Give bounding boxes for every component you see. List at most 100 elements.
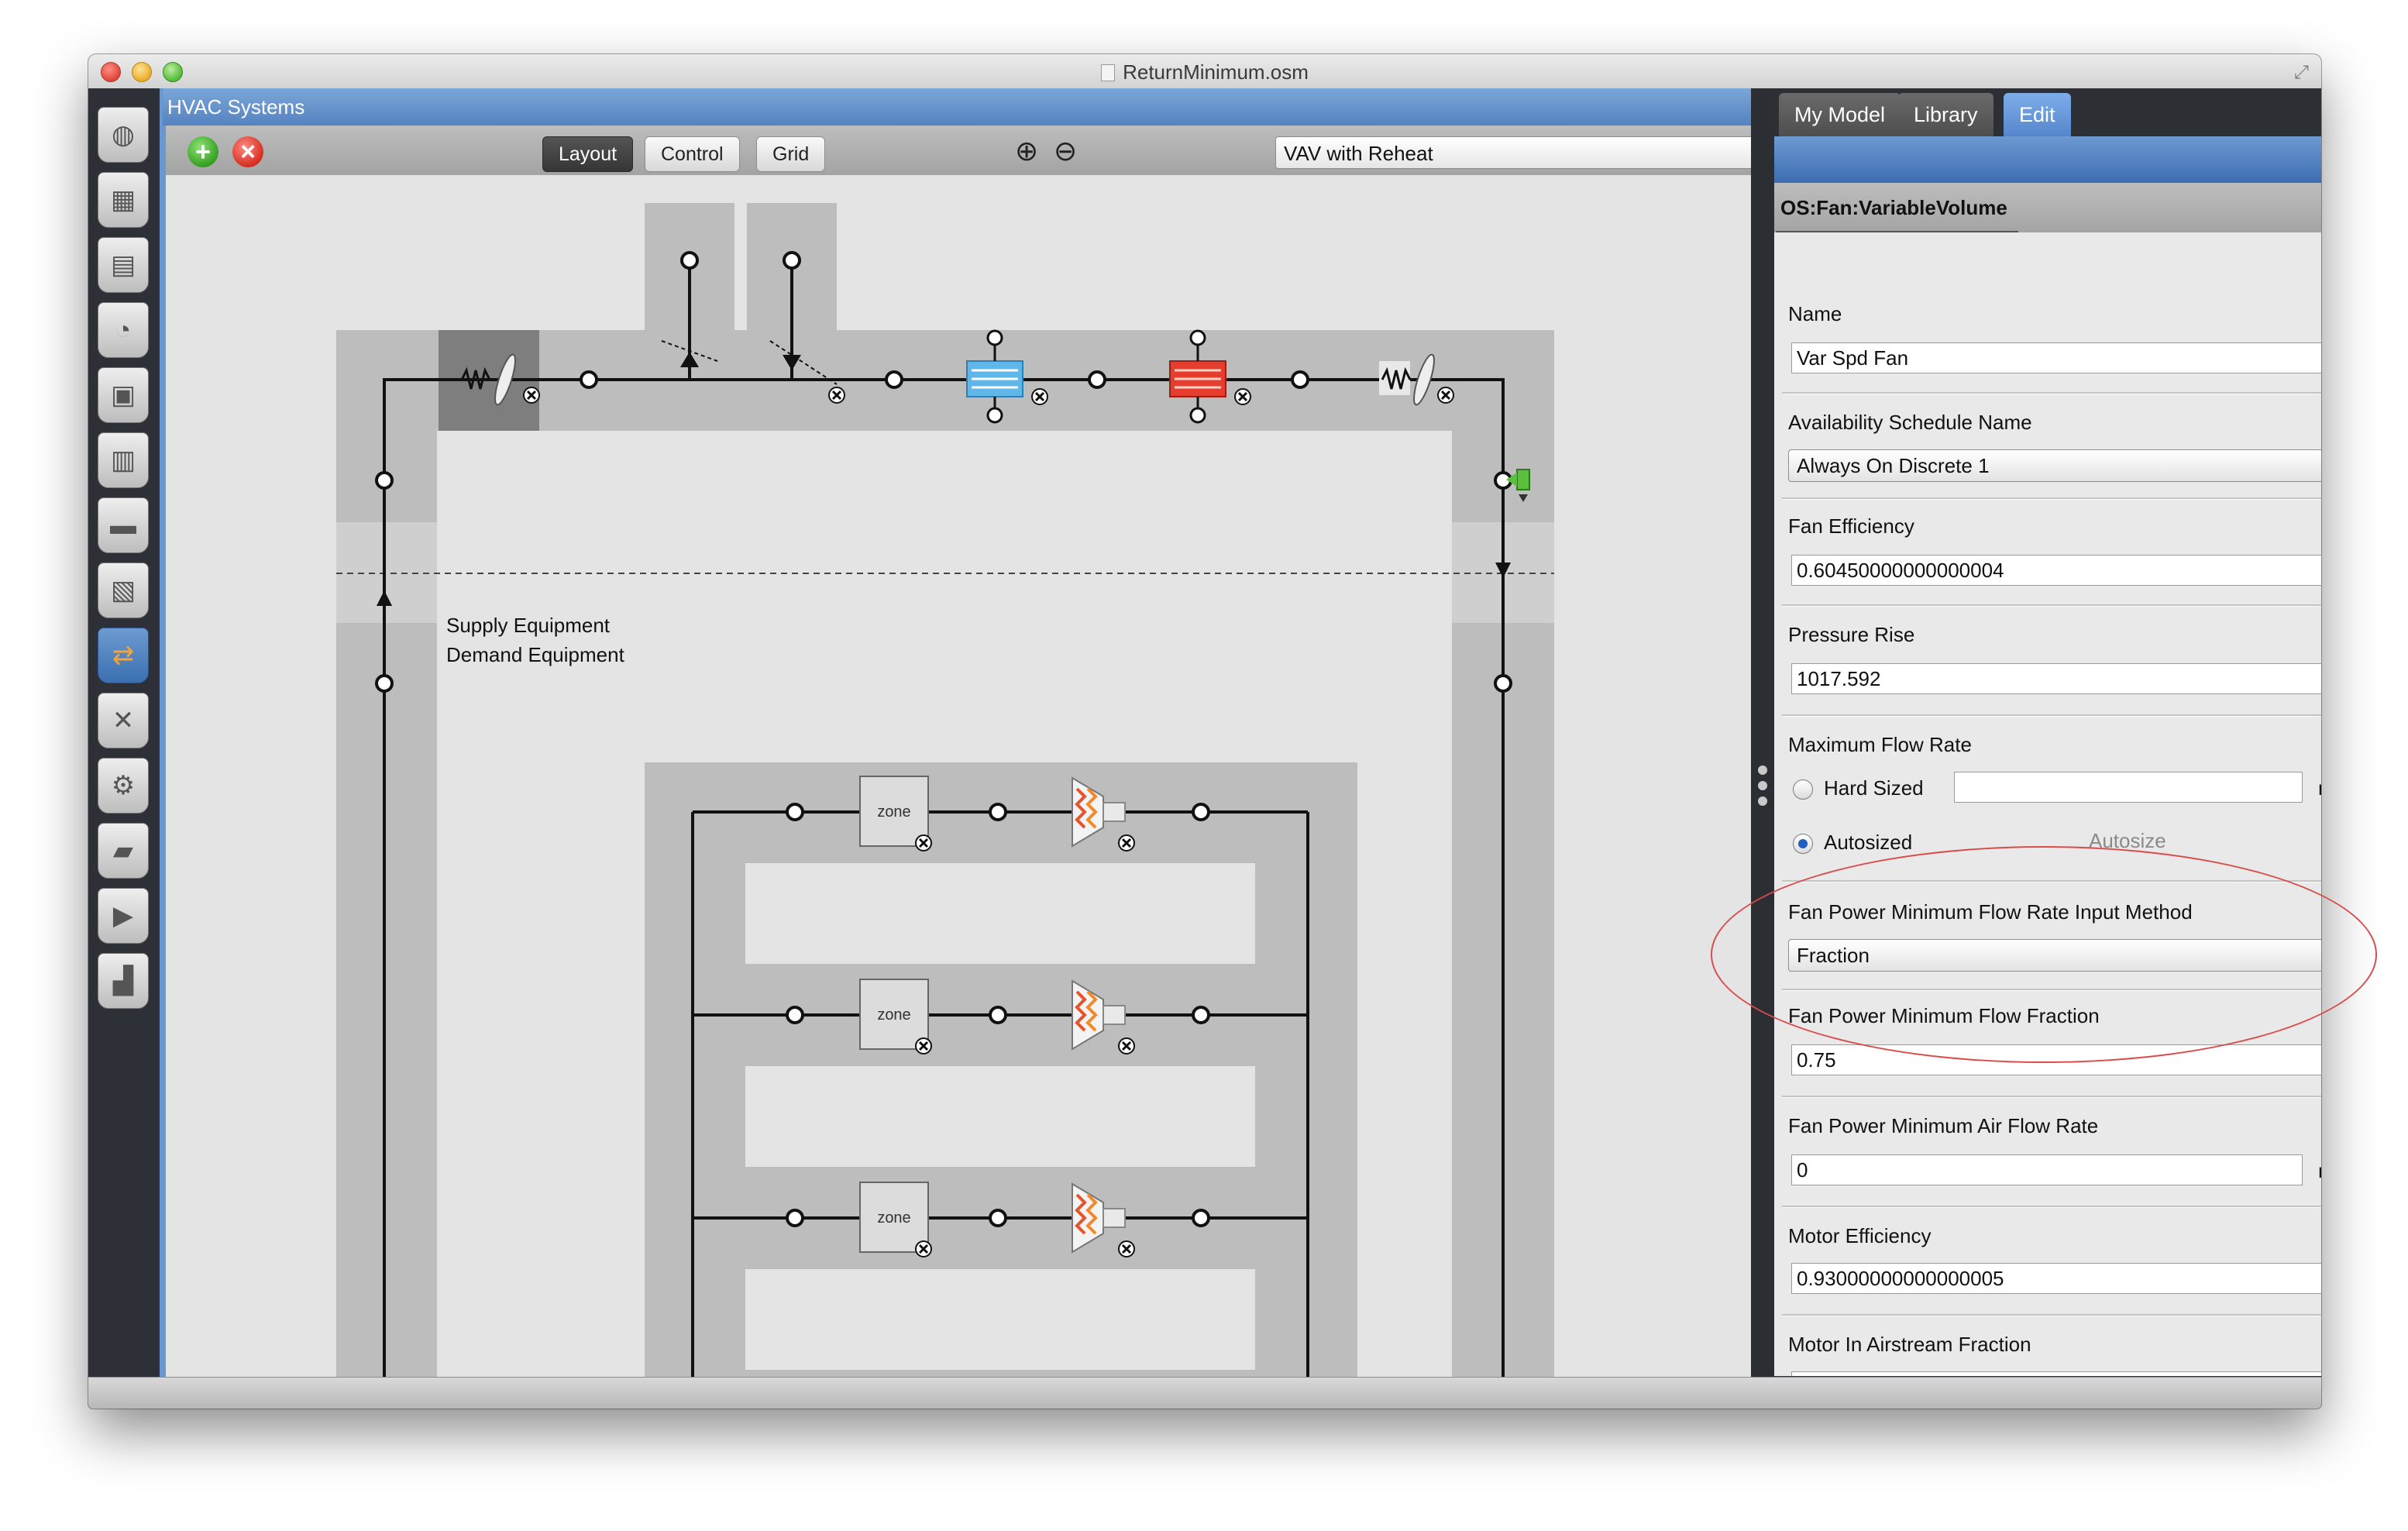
variables-icon[interactable]: ✕ <box>98 693 149 748</box>
remove-component-icon[interactable] <box>1118 834 1135 852</box>
tab-control[interactable]: Control <box>645 136 740 172</box>
remove-component-icon[interactable] <box>1234 388 1251 405</box>
hard-sized-field[interactable] <box>1954 772 2303 803</box>
divider <box>1782 880 2321 882</box>
autosized-label: Autosized <box>1824 831 1913 854</box>
pressure-rise-label: Pressure Rise <box>1788 623 1915 646</box>
thermal-zone-icon[interactable]: zone <box>859 979 929 1050</box>
zone-label: zone <box>877 803 910 821</box>
remove-component-icon[interactable] <box>1031 388 1048 405</box>
facility-icon[interactable]: ▬ <box>98 497 149 553</box>
splitter-grip <box>1758 766 1767 775</box>
min-air-flow-label: Fan Power Minimum Air Flow Rate <box>1788 1114 2099 1137</box>
remove-component-icon[interactable] <box>915 1037 932 1054</box>
supply-equipment-label: Supply Equipment <box>446 614 611 637</box>
constructions-icon[interactable]: ▤ <box>98 237 149 293</box>
space-types-icon[interactable]: ▣ <box>98 367 149 423</box>
pressure-rise-field[interactable]: 1017.592 <box>1791 663 2321 694</box>
divider <box>1782 1206 2321 1208</box>
fan-efficiency-label: Fan Efficiency <box>1788 514 1914 538</box>
air-loop-diagram: zone zone zone <box>336 203 1554 1409</box>
name-label: Name <box>1788 302 1842 325</box>
thermal-zone-icon[interactable]: zone <box>859 1182 929 1253</box>
splitter-grip <box>1758 796 1767 806</box>
right-panel-tabs: My Model Library Edit <box>1774 88 2321 136</box>
min-flow-fraction-field[interactable]: 0.75 <box>1791 1044 2321 1075</box>
hard-sized-radio[interactable] <box>1793 779 1813 800</box>
divider <box>1782 1314 2321 1316</box>
tab-edit[interactable]: Edit <box>2004 93 2071 136</box>
divider <box>1782 989 2321 991</box>
hard-sized-label: Hard Sized <box>1824 776 1924 800</box>
splitter-grip <box>1758 781 1767 790</box>
remove-component-icon[interactable] <box>1437 387 1454 404</box>
app-window: ReturnMinimum.osm ⤢ ◍ ▦ ▤ ◔ ▣ ▥ ▬ ▧ ⇄ ✕ ⚙ ▰ ▶ ▟ HVAC … <box>88 54 2321 1409</box>
remove-component-icon[interactable] <box>828 387 845 404</box>
scripts-icon[interactable]: ▰ <box>98 823 149 879</box>
availability-label: Availability Schedule Name <box>1788 411 2032 434</box>
thermal-zone-icon[interactable]: zone <box>859 776 929 847</box>
remove-component-icon[interactable] <box>1118 1037 1135 1054</box>
name-field[interactable]: Var Spd Fan <box>1791 342 2321 373</box>
divider <box>1782 392 2321 394</box>
selection-strip <box>160 88 166 1378</box>
zoom-in-icon[interactable]: ⊕ <box>1015 135 1038 167</box>
remove-component-icon[interactable] <box>915 1240 932 1257</box>
min-air-flow-field[interactable]: 0 <box>1791 1154 2303 1185</box>
tab-my-model[interactable]: My Model <box>1779 93 1901 136</box>
simulation-settings-icon[interactable]: ⚙ <box>98 758 149 814</box>
hvac-canvas[interactable]: zone zone zone Supply Equipment Demand Equ… <box>166 175 1751 1409</box>
object-type-label: OS:Fan:VariableVolume <box>1776 183 2018 233</box>
divider <box>1782 1096 2321 1098</box>
results-icon[interactable]: ▟ <box>98 953 149 1009</box>
loads-icon[interactable]: ◔ <box>98 302 149 358</box>
motor-efficiency-label: Motor Efficiency <box>1788 1224 1932 1247</box>
min-air-flow-unit: m <box>2318 1159 2321 1183</box>
document-icon <box>1101 64 1116 81</box>
hvac-systems-header: HVAC Systems <box>163 88 1756 126</box>
divider <box>1782 714 2321 717</box>
autosize-value: Autosize <box>2089 829 2166 852</box>
tab-grid[interactable]: Grid <box>756 136 826 172</box>
autosized-radio[interactable] <box>1793 834 1813 854</box>
panel-splitter[interactable] <box>1751 88 1774 1378</box>
min-flow-fraction-label: Fan Power Minimum Flow Fraction <box>1788 1004 2100 1027</box>
status-bar <box>88 1377 2321 1409</box>
spaces-icon[interactable]: ▧ <box>98 563 149 618</box>
zoom-out-icon[interactable]: ⊖ <box>1054 135 1077 167</box>
availability-select[interactable]: Always On Discrete 1 <box>1788 449 2321 482</box>
remove-component-icon[interactable] <box>1118 1240 1135 1257</box>
fan-efficiency-field[interactable]: 0.60450000000000004 <box>1791 555 2321 586</box>
window-title-text: ReturnMinimum.osm <box>1123 60 1309 84</box>
tab-layout[interactable]: Layout <box>542 136 634 172</box>
hard-sized-unit: m <box>2318 776 2321 800</box>
remove-system-button[interactable]: × <box>232 136 263 167</box>
demand-equipment-label: Demand Equipment <box>446 643 624 666</box>
calendar-icon[interactable]: ▦ <box>98 172 149 228</box>
remove-component-icon[interactable] <box>915 834 932 852</box>
divider <box>1782 497 2321 500</box>
left-nav-rail: ◍ ▦ ▤ ◔ ▣ ▥ ▬ ▧ ⇄ ✕ ⚙ ▰ ▶ ▟ <box>88 88 160 1378</box>
title-bar: ReturnMinimum.osm ⤢ <box>88 54 2321 89</box>
system-selector[interactable]: VAV with Reheat ▲ <box>1275 136 1824 169</box>
zone-label: zone <box>877 1209 910 1227</box>
divider <box>1782 604 2321 607</box>
min-flow-method-label: Fan Power Minimum Flow Rate Input Method <box>1788 900 2193 924</box>
globe-icon[interactable]: ◍ <box>98 107 149 163</box>
hvac-toolbar: + × Layout Control Grid ⊕ ⊖ VAV with Reh… <box>166 126 1824 176</box>
window-title: ReturnMinimum.osm <box>88 60 2321 84</box>
motor-airstream-label: Motor In Airstream Fraction <box>1788 1333 2031 1356</box>
motor-airstream-field[interactable]: 1 <box>1791 1371 2321 1376</box>
run-icon[interactable]: ▶ <box>98 888 149 944</box>
add-system-button[interactable]: + <box>187 136 218 167</box>
building-icon[interactable]: ▥ <box>98 432 149 488</box>
system-selector-value: VAV with Reheat <box>1284 142 1433 165</box>
fullscreen-icon[interactable]: ⤢ <box>2294 62 2309 84</box>
tab-library[interactable]: Library <box>1898 93 1993 136</box>
motor-efficiency-field[interactable]: 0.93000000000000005 <box>1791 1263 2321 1294</box>
max-flow-label: Maximum Flow Rate <box>1788 733 1972 756</box>
inspector-body: Name Var Spd Fan Availability Schedule N… <box>1774 232 2321 1376</box>
hvac-systems-icon[interactable]: ⇄ <box>98 628 149 683</box>
min-flow-method-select[interactable]: Fraction <box>1788 939 2321 972</box>
remove-component-icon[interactable] <box>523 387 540 404</box>
